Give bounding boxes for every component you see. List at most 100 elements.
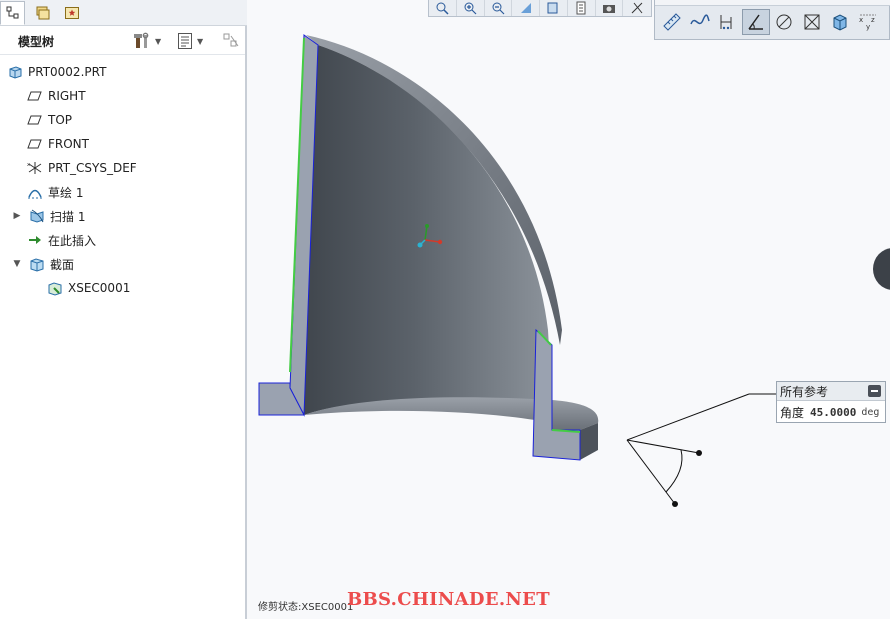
- angle-label: 角度: [780, 405, 805, 420]
- measure-length-button[interactable]: [658, 9, 686, 35]
- model-tree-tab[interactable]: [0, 1, 25, 25]
- measure-summary-button[interactable]: xyz: [854, 9, 882, 35]
- volume-cube-icon: [833, 14, 847, 31]
- tree-item-right-plane[interactable]: RIGHT: [26, 85, 86, 107]
- tree-item-top-plane[interactable]: TOP: [26, 109, 72, 131]
- zoom-out-button[interactable]: [485, 0, 513, 16]
- saved-views-icon: [576, 1, 586, 15]
- measure-toolbar-caption: [655, 0, 890, 6]
- watermark-text: BBS.CHINADE.NET: [347, 589, 550, 610]
- tree-item-sections[interactable]: ▼ 截面: [12, 253, 74, 275]
- chevron-down-icon: ▼: [197, 36, 204, 46]
- repaint-icon: [520, 3, 531, 13]
- sweep-icon: [28, 208, 46, 224]
- saved-views-button[interactable]: [568, 0, 596, 16]
- tree-item-label: PRT_CSYS_DEF: [48, 161, 137, 175]
- model-tree-title: 模型树: [18, 35, 55, 49]
- xsection-icon: [46, 280, 64, 296]
- diameter-icon: [776, 14, 792, 30]
- expand-arrow-icon[interactable]: ▶: [12, 211, 22, 221]
- tree-hierarchy-icon: [6, 6, 18, 19]
- part-icon: [6, 64, 24, 80]
- svg-text:y: y: [866, 23, 870, 31]
- zoom-in-icon: [464, 2, 477, 15]
- datum-plane-icon: [26, 136, 44, 152]
- hammer-wrench-icon: [134, 32, 149, 48]
- datum-plane-icon: [26, 88, 44, 104]
- navigator-tab-strip: [0, 0, 247, 26]
- measure-diameter-button[interactable]: [770, 9, 798, 35]
- measure-button-row: xyz: [658, 9, 882, 35]
- trim-status-text: 修剪状态:XSEC0001: [258, 602, 354, 613]
- folder-browser-tab[interactable]: [30, 1, 55, 25]
- measure-volume-button[interactable]: [826, 9, 854, 35]
- tree-item-part[interactable]: PRT0002.PRT: [6, 61, 106, 83]
- tree-show-button[interactable]: ▼: [177, 31, 203, 51]
- wave-curve-icon: [690, 14, 710, 25]
- folder-stack-icon: [36, 6, 49, 20]
- tree-settings-button[interactable]: ▼: [133, 31, 161, 51]
- coordinate-system-icon: x: [26, 160, 44, 176]
- tree-item-sketch[interactable]: 草绘 1: [26, 181, 83, 203]
- insert-here-arrow-icon: [26, 232, 44, 248]
- tree-item-label: RIGHT: [48, 89, 86, 103]
- datum-display-icon: [631, 2, 643, 14]
- list-document-icon: [178, 33, 192, 49]
- xyz-summary-icon: xyz: [859, 14, 876, 31]
- chevron-down-icon: ▼: [155, 36, 162, 46]
- tree-item-label: 截面: [50, 257, 75, 272]
- tree-item-front-plane[interactable]: FRONT: [26, 133, 89, 155]
- transform-icon: [804, 14, 820, 30]
- display-style-button[interactable]: [540, 0, 568, 16]
- model-tree-header: 模型树 ▼ ▼: [0, 27, 245, 55]
- camera-icon: [602, 5, 615, 13]
- tree-item-xsec[interactable]: XSEC0001: [46, 277, 130, 299]
- tree-item-insert-here[interactable]: 在此插入: [26, 229, 96, 251]
- zoom-in-button[interactable]: [457, 0, 485, 16]
- right-section-face: [532, 328, 581, 461]
- favorites-star-icon: [64, 7, 79, 19]
- tree-item-label: 草绘 1: [48, 185, 84, 200]
- tree-item-label: PRT0002.PRT: [28, 65, 107, 79]
- collapse-popup-icon[interactable]: [868, 385, 881, 397]
- repaint-button[interactable]: [512, 0, 540, 16]
- measure-angle-button[interactable]: [742, 9, 770, 35]
- measure-transform-button[interactable]: [798, 9, 826, 35]
- refit-button[interactable]: [429, 0, 457, 16]
- display-style-icon: [547, 2, 558, 14]
- measure-result-popup[interactable]: 所有参考 角度 45.0000 deg: [776, 381, 886, 423]
- tree-item-label: FRONT: [48, 137, 89, 151]
- collapse-arrow-icon[interactable]: ▼: [12, 259, 22, 269]
- svg-text:z: z: [871, 16, 875, 24]
- refit-icon: [436, 2, 449, 15]
- view-toolbar: [428, 0, 652, 17]
- app-window: 模型树 ▼ ▼ PRT0002.PRT RIGHT TOP FRONT x PR…: [0, 0, 890, 619]
- svg-text:x: x: [859, 16, 863, 24]
- measure-distance-button[interactable]: [714, 9, 742, 35]
- tree-item-label: 在此插入: [48, 233, 97, 248]
- tree-item-sweep[interactable]: ▶ 扫描 1: [12, 205, 86, 227]
- zoom-out-icon: [492, 2, 505, 15]
- tree-filter-button[interactable]: [222, 31, 240, 51]
- angle-result-row: 角度 45.0000 deg: [777, 401, 885, 423]
- tree-item-label: 扫描 1: [50, 209, 86, 224]
- distance-icon: [720, 15, 732, 30]
- model-tree-panel: 模型树 ▼ ▼ PRT0002.PRT RIGHT TOP FRONT x PR…: [0, 0, 247, 619]
- popup-title: 所有参考: [780, 384, 829, 399]
- tree-item-csys[interactable]: x PRT_CSYS_DEF: [26, 157, 137, 179]
- tree-item-label: XSEC0001: [68, 281, 131, 295]
- graphics-area[interactable]: xyz: [249, 0, 890, 619]
- ruler-icon: [663, 13, 681, 31]
- favorites-tab[interactable]: [59, 1, 84, 25]
- section-folder-icon: [28, 256, 46, 272]
- model-viewport[interactable]: [249, 0, 890, 619]
- angle-unit: deg: [861, 406, 880, 418]
- datum-display-button[interactable]: [623, 0, 651, 16]
- grid-filter-icon: [223, 33, 239, 47]
- tree-item-label: TOP: [48, 113, 73, 127]
- measure-curve-button[interactable]: [686, 9, 714, 35]
- camera-button[interactable]: [596, 0, 624, 16]
- angle-icon: [748, 14, 763, 30]
- angle-value: 45.0000: [810, 405, 857, 419]
- angle-dimension: [626, 393, 776, 507]
